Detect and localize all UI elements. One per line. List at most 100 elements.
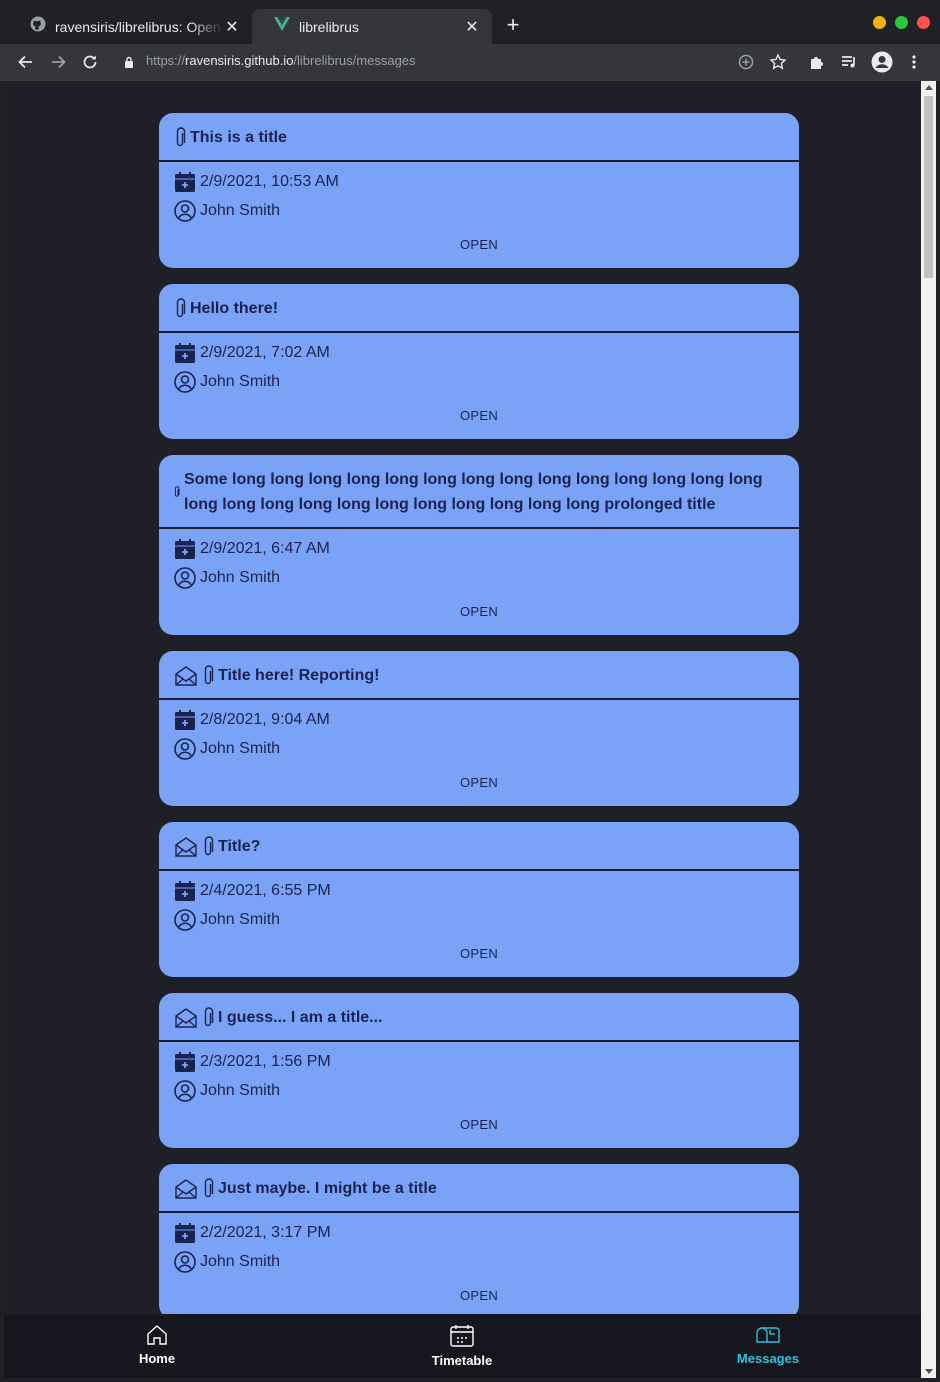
nav-timetable[interactable]: Timetable (402, 1324, 522, 1368)
scrollbar-thumb[interactable] (924, 96, 933, 278)
close-icon[interactable]: ✕ (224, 17, 240, 37)
message-card: This is a title 2/9/2021, 10:53 AM John Sm… (159, 113, 799, 268)
message-author-row: John Smith (174, 734, 784, 763)
open-message-button[interactable]: OPEN (174, 396, 784, 439)
message-card-header: Hello there! (159, 284, 799, 333)
close-window-button[interactable] (917, 16, 930, 29)
message-title: Some long long long long long long long … (184, 471, 763, 513)
message-card-body: 2/3/2021, 1:56 PM John Smith OPEN (159, 1042, 799, 1148)
message-author-row: John Smith (174, 196, 784, 225)
user-circle-icon (174, 1250, 200, 1273)
calendar-plus-icon (174, 538, 200, 560)
message-author: John Smith (200, 568, 281, 586)
scroll-up-arrow[interactable] (925, 85, 933, 90)
message-date-row: 2/2/2021, 3:17 PM (174, 1218, 784, 1247)
message-author: John Smith (200, 372, 281, 390)
message-author: John Smith (200, 1252, 281, 1270)
extensions-puzzle-icon[interactable] (808, 53, 826, 76)
page-scrollbar[interactable] (921, 81, 936, 1378)
message-card-header: Title here! Reporting! (159, 651, 799, 700)
message-date-row: 2/9/2021, 6:47 AM (174, 534, 784, 563)
scroll-down-arrow[interactable] (925, 1369, 933, 1374)
message-date-row: 2/9/2021, 10:53 AM (174, 167, 784, 196)
new-tab-button[interactable]: + (502, 14, 524, 36)
bookmark-star-icon[interactable] (769, 53, 787, 76)
calendar-plus-icon (174, 880, 200, 902)
message-title: Just maybe. I might be a title (218, 1180, 437, 1197)
browser-window: ravensiris/librelibrus: Open source Libr… (0, 0, 940, 1382)
profile-avatar-icon[interactable] (871, 51, 893, 78)
nav-messages[interactable]: Messages (708, 1324, 828, 1366)
message-card-header: I guess... I am a title... (159, 993, 799, 1042)
browser-menu-icon[interactable] (906, 53, 922, 76)
nav-label: Timetable (431, 1353, 493, 1368)
url-scheme: https:// (146, 53, 186, 68)
unread-envelope-icon (174, 836, 198, 858)
tab-title: ravensiris/librelibrus: Open source Libr… (55, 18, 224, 35)
tab-title: librelibrus (299, 18, 359, 35)
message-card-body: 2/8/2021, 9:04 AM John Smith OPEN (159, 700, 799, 806)
message-card-body: 2/4/2021, 6:55 PM John Smith OPEN (159, 871, 799, 977)
tab-github[interactable]: ravensiris/librelibrus: Open source Libr… (8, 9, 252, 44)
forward-arrow-icon[interactable] (48, 52, 68, 72)
message-author-row: John Smith (174, 1247, 784, 1276)
message-date: 2/8/2021, 9:04 AM (200, 710, 330, 728)
mailbox-icon (755, 1327, 781, 1349)
calendar-plus-icon (174, 1222, 200, 1244)
lock-icon[interactable] (124, 55, 134, 73)
page-viewport: This is a title 2/9/2021, 10:53 AM John Sm… (4, 81, 921, 1314)
minimize-button[interactable] (873, 16, 886, 29)
nav-home[interactable]: Home (97, 1324, 217, 1366)
open-message-button[interactable]: OPEN (174, 592, 784, 635)
unread-envelope-icon (174, 1178, 198, 1200)
message-card: I guess... I am a title... 2/3/2021, 1:56… (159, 993, 799, 1148)
message-date: 2/9/2021, 7:02 AM (200, 343, 330, 361)
user-circle-icon (174, 1079, 200, 1102)
maximize-button[interactable] (895, 16, 908, 29)
address-bar[interactable]: https://ravensiris.github.io/librelibrus… (146, 53, 416, 68)
reload-icon[interactable] (80, 52, 100, 72)
message-date-row: 2/3/2021, 1:56 PM (174, 1047, 784, 1076)
user-circle-icon (174, 199, 200, 222)
message-title: Title here! Reporting! (218, 667, 380, 684)
user-circle-icon (174, 908, 200, 931)
unread-envelope-icon (174, 1007, 198, 1029)
open-message-button[interactable]: OPEN (174, 763, 784, 806)
message-card: Hello there! 2/9/2021, 7:02 AM John Smith O… (159, 284, 799, 439)
user-circle-icon (174, 370, 200, 393)
calendar-icon (449, 1325, 475, 1351)
message-author: John Smith (200, 201, 281, 219)
message-card-header: Title? (159, 822, 799, 871)
message-card-header: Just maybe. I might be a title (159, 1164, 799, 1213)
message-card-header: Some long long long long long long long … (159, 455, 799, 529)
calendar-plus-icon (174, 1051, 200, 1073)
close-icon[interactable]: ✕ (464, 17, 480, 37)
tab-librelibrus[interactable]: librelibrus ✕ (252, 9, 492, 44)
message-date-row: 2/8/2021, 9:04 AM (174, 705, 784, 734)
install-app-icon[interactable] (737, 53, 755, 76)
paperclip-icon (202, 664, 214, 687)
home-icon (145, 1325, 169, 1349)
message-card-body: 2/9/2021, 6:47 AM John Smith OPEN (159, 529, 799, 635)
open-message-button[interactable]: OPEN (174, 1276, 784, 1314)
url-host: ravensiris.github.io (185, 53, 294, 68)
media-queue-icon[interactable] (840, 53, 858, 76)
calendar-plus-icon (174, 342, 200, 364)
back-arrow-icon[interactable] (16, 52, 36, 72)
github-icon (30, 16, 46, 37)
message-list: This is a title 2/9/2021, 10:53 AM John Sm… (159, 113, 799, 1314)
open-message-button[interactable]: OPEN (174, 1105, 784, 1148)
message-date: 2/9/2021, 10:53 AM (200, 172, 339, 190)
message-author: John Smith (200, 739, 281, 757)
open-message-button[interactable]: OPEN (174, 225, 784, 268)
message-date: 2/3/2021, 1:56 PM (200, 1052, 331, 1070)
window-bottom-edge (0, 1378, 940, 1382)
url-path: /librelibrus/messages (293, 53, 416, 68)
message-card-header: This is a title (159, 113, 799, 162)
bottom-navigation: Home Timetable Messages (4, 1314, 921, 1378)
message-card-body: 2/2/2021, 3:17 PM John Smith OPEN (159, 1213, 799, 1314)
paperclip-icon (174, 297, 186, 320)
open-message-button[interactable]: OPEN (174, 934, 784, 977)
message-author-row: John Smith (174, 905, 784, 934)
user-circle-icon (174, 737, 200, 760)
